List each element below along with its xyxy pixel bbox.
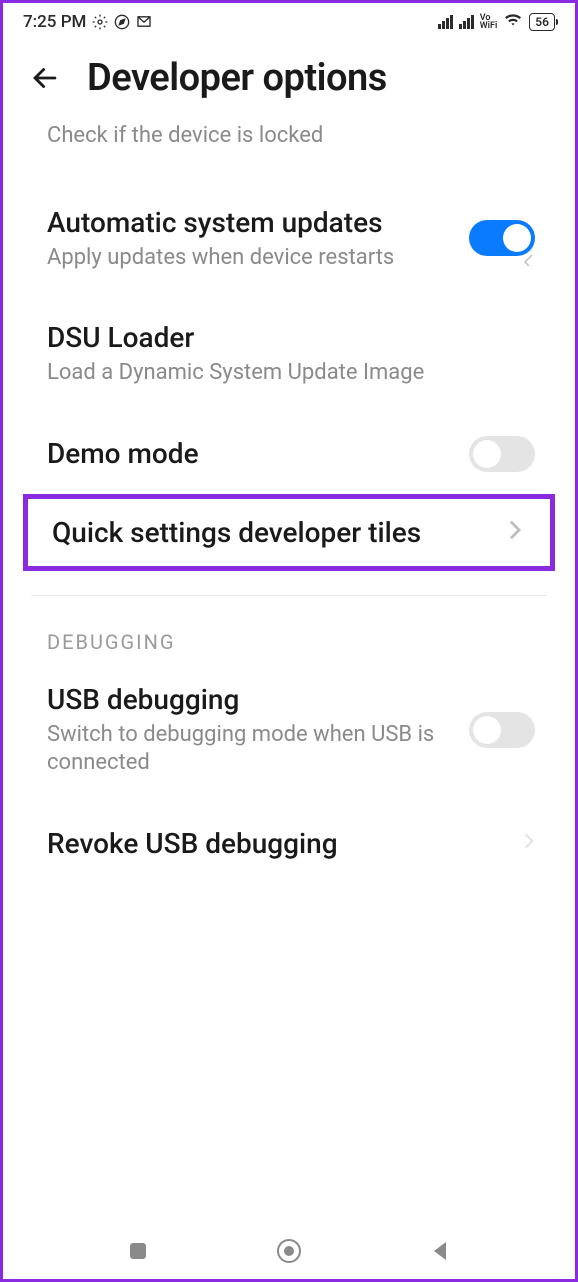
chevron-right-icon <box>508 519 522 545</box>
chevron-right-icon <box>523 832 535 854</box>
dsu-title: DSU Loader <box>47 320 535 355</box>
status-left: 7:25 PM <box>23 12 152 32</box>
revoke-title: Revoke USB debugging <box>47 826 507 861</box>
recents-button[interactable] <box>124 1237 152 1265</box>
gear-icon <box>92 14 108 30</box>
demo-mode-item[interactable]: Demo mode <box>11 406 567 490</box>
check-lock-sub: Check if the device is locked <box>47 122 535 151</box>
battery-icon: 56 <box>529 13 555 31</box>
settings-list: Check if the device is locked ⌐ Automati… <box>3 112 575 879</box>
demo-title: Demo mode <box>47 436 453 471</box>
usb-debugging-item[interactable]: USB debugging Switch to debugging mode w… <box>11 664 567 796</box>
quick-settings-tiles-item[interactable]: Quick settings developer tiles <box>23 494 555 571</box>
back-button[interactable] <box>27 60 63 96</box>
debugging-section-header: DEBUGGING <box>11 620 567 664</box>
auto-update-title: Automatic system updates <box>47 205 453 240</box>
mail-icon <box>136 14 152 30</box>
home-button[interactable] <box>275 1237 303 1265</box>
wifi-icon <box>503 11 523 32</box>
page-title: Developer options <box>87 56 387 100</box>
clock: 7:25 PM <box>23 12 86 32</box>
compass-icon <box>114 14 130 30</box>
revoke-usb-item[interactable]: Revoke USB debugging <box>11 796 567 879</box>
status-right: Vo WiFi 56 <box>438 11 555 32</box>
auto-update-item[interactable]: Automatic system updates Apply updates w… <box>11 169 567 291</box>
status-bar: 7:25 PM Vo WiFi 56 <box>3 3 575 36</box>
check-lock-item[interactable]: Check if the device is locked ⌐ <box>11 112 567 169</box>
navigation-bar <box>3 1223 575 1279</box>
demo-mode-toggle[interactable] <box>469 436 535 472</box>
vowifi-icon: Vo WiFi <box>480 14 498 30</box>
divider <box>31 595 547 596</box>
header: Developer options <box>3 36 575 112</box>
back-nav-button[interactable] <box>426 1237 454 1265</box>
dsu-loader-item[interactable]: DSU Loader Load a Dynamic System Update … <box>11 290 567 406</box>
auto-update-sub: Apply updates when device restarts <box>47 244 453 273</box>
dsu-sub: Load a Dynamic System Update Image <box>47 359 535 388</box>
signal-icon-2 <box>459 15 474 29</box>
usb-title: USB debugging <box>47 682 453 717</box>
quick-tiles-title: Quick settings developer tiles <box>52 515 492 550</box>
signal-icon-1 <box>438 15 453 29</box>
usb-debugging-toggle[interactable] <box>469 712 535 748</box>
usb-sub: Switch to debugging mode when USB is con… <box>47 721 453 778</box>
auto-update-toggle[interactable] <box>469 220 535 256</box>
